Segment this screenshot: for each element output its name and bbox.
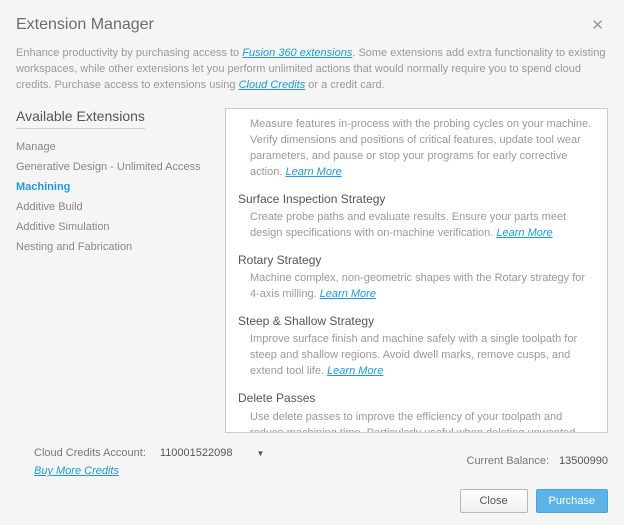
button-row: Close Purchase — [16, 489, 608, 513]
sidebar-item-generative-design-unlimited-access[interactable]: Generative Design - Unlimited Access — [16, 157, 211, 177]
content-row: Available Extensions ManageGenerative De… — [16, 108, 608, 433]
titlebar: Extension Manager ✕ — [16, 14, 608, 36]
balance-label: Current Balance: — [467, 455, 550, 467]
feature-title: Rotary Strategy — [238, 252, 595, 269]
learn-more-link[interactable]: Learn More — [320, 288, 376, 300]
fusion-extensions-link[interactable]: Fusion 360 extensions — [242, 47, 352, 59]
sidebar: Available Extensions ManageGenerative De… — [16, 108, 211, 433]
chevron-down-icon: ▼ — [257, 449, 265, 458]
sidebar-item-machining[interactable]: Machining — [16, 177, 211, 197]
cloud-credits-link[interactable]: Cloud Credits — [239, 79, 306, 91]
feature-desc: Use delete passes to improve the efficie… — [238, 410, 595, 433]
sidebar-heading: Available Extensions — [16, 108, 145, 129]
balance-value: 13500990 — [559, 455, 608, 467]
credits-row: Cloud Credits Account: 110001522098 ▼ Bu… — [16, 445, 608, 477]
purchase-button[interactable]: Purchase — [536, 489, 608, 513]
balance: Current Balance: 13500990 — [467, 455, 609, 467]
close-icon[interactable]: ✕ — [587, 14, 608, 36]
intro-text: Enhance productivity by purchasing acces… — [16, 46, 608, 94]
feature-title: Steep & Shallow Strategy — [238, 313, 595, 330]
close-button[interactable]: Close — [460, 489, 528, 513]
credits-label: Cloud Credits Account: — [16, 447, 146, 459]
learn-more-link[interactable]: Learn More — [285, 166, 341, 178]
intro-part-c: or a credit card. — [305, 79, 384, 91]
sidebar-item-additive-simulation[interactable]: Additive Simulation — [16, 217, 211, 237]
feature-title: Delete Passes — [238, 390, 595, 407]
buy-more-credits-link[interactable]: Buy More Credits — [16, 465, 268, 477]
feature-title: Surface Inspection Strategy — [238, 191, 595, 208]
details-lead: Measure features in-process with the pro… — [238, 117, 595, 181]
details-panel[interactable]: Measure features in-process with the pro… — [225, 108, 608, 433]
credits-left: Cloud Credits Account: 110001522098 ▼ Bu… — [16, 445, 268, 477]
intro-part-a: Enhance productivity by purchasing acces… — [16, 47, 242, 59]
dialog-title: Extension Manager — [16, 16, 154, 34]
sidebar-item-additive-build[interactable]: Additive Build — [16, 197, 211, 217]
credits-account-value: 110001522098 — [160, 447, 233, 459]
sidebar-item-nesting-and-fabrication[interactable]: Nesting and Fabrication — [16, 237, 211, 257]
credits-account-select[interactable]: 110001522098 ▼ — [156, 445, 269, 461]
extension-manager-dialog: Extension Manager ✕ Enhance productivity… — [0, 0, 624, 525]
sidebar-item-manage[interactable]: Manage — [16, 137, 211, 157]
feature-desc: Machine complex, non-geometric shapes wi… — [238, 271, 595, 303]
learn-more-link[interactable]: Learn More — [327, 365, 383, 377]
learn-more-link[interactable]: Learn More — [496, 227, 552, 239]
feature-desc: Improve surface finish and machine safel… — [238, 332, 595, 380]
feature-desc: Create probe paths and evaluate results.… — [238, 210, 595, 242]
